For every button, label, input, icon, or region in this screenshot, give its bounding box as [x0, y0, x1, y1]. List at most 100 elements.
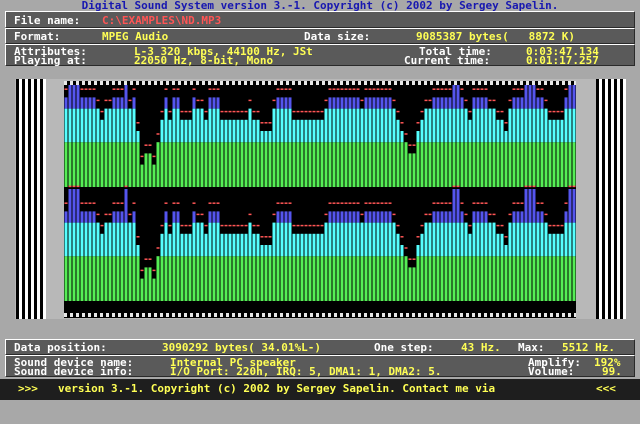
peak-marker-ch1-105 — [484, 88, 488, 90]
spectrum-bar-ch1-104 — [480, 97, 484, 109]
spectrum-bar-ch1-43 — [236, 142, 240, 187]
spectrum-bar-ch1-25 — [164, 97, 168, 109]
spectrum-bar-ch2-35 — [204, 256, 208, 301]
spectrum-bar-ch2-121 — [548, 256, 552, 301]
spectrum-bar-ch1-11 — [108, 108, 112, 143]
spectrum-bar-ch2-126 — [568, 189, 572, 223]
peak-marker-ch1-38 — [216, 88, 220, 90]
peak-marker-ch1-11 — [108, 99, 112, 102]
spectrum-bar-ch1-48 — [256, 142, 260, 187]
spectrum-bar-ch2-67 — [332, 222, 336, 257]
spectrum-bar-ch1-74 — [360, 108, 364, 143]
spectrum-bar-ch1-101 — [468, 142, 472, 187]
spectrum-bar-ch2-10 — [104, 222, 108, 257]
peak-marker-ch1-109 — [500, 110, 504, 113]
position-panel: Data position: 3090292 bytes( 34.01%L-) … — [5, 339, 635, 355]
spectrum-bar-ch1-2 — [72, 108, 76, 143]
peak-marker-ch2-52 — [272, 213, 276, 216]
spectrum-bar-ch1-116 — [528, 108, 532, 143]
peak-marker-ch1-49 — [260, 122, 264, 124]
spectrum-bar-ch1-111 — [508, 142, 512, 187]
peak-marker-ch1-9 — [100, 110, 104, 113]
peak-marker-ch1-74 — [360, 99, 364, 102]
peak-marker-ch1-78 — [376, 88, 380, 90]
data-position-value: 3090292 bytes( 34.01%L-) — [162, 341, 321, 354]
spectrum-bar-ch2-97 — [452, 189, 456, 223]
peak-marker-ch2-82 — [392, 213, 396, 216]
spectrum-bar-ch2-2 — [72, 189, 76, 223]
spectrum-bar-ch2-9 — [100, 256, 104, 301]
spectrum-bar-ch2-92 — [432, 222, 436, 257]
spectrum-bar-ch1-56 — [288, 142, 292, 187]
peak-marker-ch2-51 — [268, 236, 272, 238]
spectrum-bar-ch1-35 — [204, 119, 208, 143]
spectrum-bar-ch1-56 — [288, 108, 292, 143]
spectrum-bar-ch2-19 — [140, 278, 144, 301]
spectrum-bar-ch1-109 — [500, 142, 504, 187]
spectrum-bar-ch2-51 — [268, 256, 272, 301]
spectrum-bar-ch1-107 — [492, 142, 496, 187]
spectrum-bar-ch1-28 — [176, 97, 180, 109]
peak-marker-ch1-26 — [168, 110, 172, 113]
spectrum-bar-ch1-0 — [64, 97, 68, 109]
spectrum-bar-ch1-69 — [340, 108, 344, 143]
spectrum-bar-ch2-103 — [476, 256, 480, 301]
spectrum-bar-ch1-125 — [564, 142, 568, 187]
spectrum-bar-ch2-16 — [128, 222, 132, 257]
spectrum-bar-ch2-18 — [136, 245, 140, 257]
peak-marker-ch2-121 — [548, 224, 552, 227]
spectrum-bar-ch1-84 — [400, 142, 404, 187]
spectrum-bar-ch1-54 — [280, 97, 284, 109]
spectrum-bar-ch1-80 — [384, 108, 388, 143]
spectrum-bar-ch2-63 — [316, 233, 320, 257]
peak-marker-ch2-7 — [92, 202, 96, 204]
peak-marker-ch1-75 — [364, 88, 368, 90]
spectrum-bar-ch2-23 — [156, 256, 160, 301]
spectrum-bar-ch1-27 — [172, 108, 176, 143]
spectrum-bar-ch1-126 — [568, 108, 572, 143]
spectrum-bar-ch1-0 — [64, 142, 68, 187]
spectrum-bar-ch2-12 — [112, 222, 116, 257]
spectrum-bar-ch2-99 — [460, 256, 464, 301]
spectrum-bar-ch2-69 — [340, 256, 344, 301]
peak-marker-ch2-117 — [532, 185, 536, 188]
spectrum-bar-ch1-38 — [216, 142, 220, 187]
spectrum-bar-ch2-27 — [172, 256, 176, 301]
spectrum-bar-ch2-127 — [572, 222, 576, 257]
peak-marker-ch2-33 — [196, 213, 200, 216]
spectrum-bar-ch2-68 — [336, 211, 340, 223]
spectrum-bar-ch1-14 — [120, 97, 124, 109]
spectrum-bar-ch1-113 — [516, 142, 520, 187]
spectrum-bar-ch2-15 — [124, 256, 128, 301]
spectrum-bar-ch2-99 — [460, 222, 464, 257]
peak-marker-ch2-16 — [128, 213, 132, 216]
spectrum-bar-ch2-47 — [252, 233, 256, 257]
spectrum-bar-ch2-67 — [332, 256, 336, 301]
peak-marker-ch1-41 — [228, 110, 232, 113]
spectrum-bar-ch1-127 — [572, 85, 576, 109]
spectrum-bar-ch1-14 — [120, 108, 124, 143]
spectrum-bar-ch1-80 — [384, 97, 388, 109]
spectrum-bar-ch2-17 — [132, 222, 136, 257]
scroll-right-arrows: <<< — [596, 382, 616, 395]
spectrum-bar-ch1-54 — [280, 108, 284, 143]
spectrum-bar-ch2-78 — [376, 256, 380, 301]
peak-marker-ch1-19 — [140, 155, 144, 158]
spectrum-bar-ch2-50 — [264, 245, 268, 257]
spectrum-bar-ch2-30 — [184, 256, 188, 301]
spectrum-bar-ch1-79 — [380, 142, 384, 187]
peak-marker-ch2-39 — [220, 224, 224, 227]
peak-marker-ch1-108 — [496, 110, 500, 113]
spectrum-bar-ch2-109 — [500, 233, 504, 257]
spectrum-bar-ch2-17 — [132, 256, 136, 301]
peak-marker-ch1-53 — [276, 88, 280, 90]
spectrum-bar-ch2-119 — [540, 256, 544, 301]
spectrum-bar-ch1-38 — [216, 97, 220, 109]
max-label: Max: — [518, 341, 545, 354]
spectrum-bar-ch1-63 — [316, 142, 320, 187]
peak-marker-ch2-125 — [564, 202, 568, 204]
spectrum-bar-ch2-50 — [264, 256, 268, 301]
spectrum-bar-ch2-43 — [236, 233, 240, 257]
peak-marker-ch1-65 — [324, 99, 328, 102]
spectrum-bar-ch2-82 — [392, 222, 396, 257]
